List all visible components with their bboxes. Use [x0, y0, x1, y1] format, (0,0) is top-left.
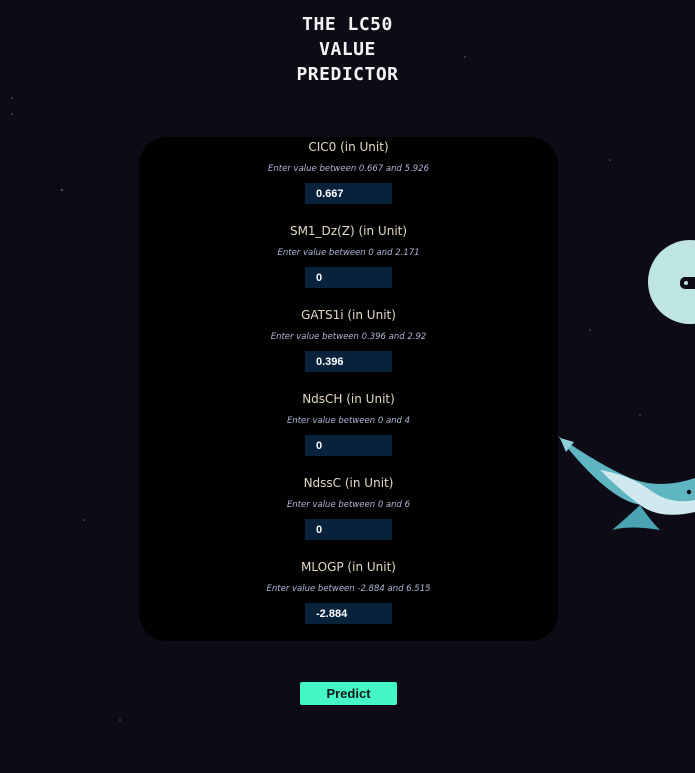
page-title: THE LC50 VALUE PREDICTOR [0, 12, 695, 87]
field-hint: Enter value between 0 and 2.171 [277, 248, 420, 258]
page-title-line: VALUE [319, 39, 376, 60]
sm1-dz-input[interactable] [305, 267, 392, 288]
page-title-line: THE LC50 [302, 14, 393, 35]
planet-icon [648, 240, 695, 324]
field-label: GATS1i (in Unit) [301, 308, 396, 322]
field-hint: Enter value between 0 and 4 [286, 416, 411, 426]
field-hint: Enter value between -2.884 and 6.515 [266, 584, 431, 594]
cic0-input[interactable] [305, 183, 392, 204]
predict-button[interactable]: Predict [300, 682, 397, 705]
field-hint: Enter value between 0 and 6 [286, 500, 411, 510]
field-label: CIC0 (in Unit) [308, 140, 389, 154]
ndssc-input[interactable] [305, 519, 392, 540]
page-title-line: PREDICTOR [296, 64, 399, 85]
field-label: NdsCH (in Unit) [302, 392, 395, 406]
field-mlogp: MLOGP (in Unit) Enter value between -2.8… [139, 557, 558, 641]
field-hint: Enter value between 0.667 and 5.926 [268, 164, 429, 174]
field-ndssc: NdssC (in Unit) Enter value between 0 an… [139, 473, 558, 557]
field-label: NdssC (in Unit) [303, 476, 394, 490]
ndsch-input[interactable] [305, 435, 392, 456]
field-ndsch: NdsCH (in Unit) Enter value between 0 an… [139, 389, 558, 473]
field-label: SM1_Dz(Z) (in Unit) [289, 224, 408, 238]
fish-icon [558, 436, 695, 530]
field-hint: Enter value between 0.396 and 2.92 [270, 332, 427, 342]
mlogp-input[interactable] [305, 603, 392, 624]
input-form-card: CIC0 (in Unit) Enter value between 0.667… [139, 137, 558, 641]
field-cic0: CIC0 (in Unit) Enter value between 0.667… [139, 137, 558, 221]
field-sm1-dz: SM1_Dz(Z) (in Unit) Enter value between … [139, 221, 558, 305]
field-gats1i: GATS1i (in Unit) Enter value between 0.3… [139, 305, 558, 389]
gats1i-input[interactable] [305, 351, 392, 372]
field-label: MLOGP (in Unit) [301, 560, 396, 574]
